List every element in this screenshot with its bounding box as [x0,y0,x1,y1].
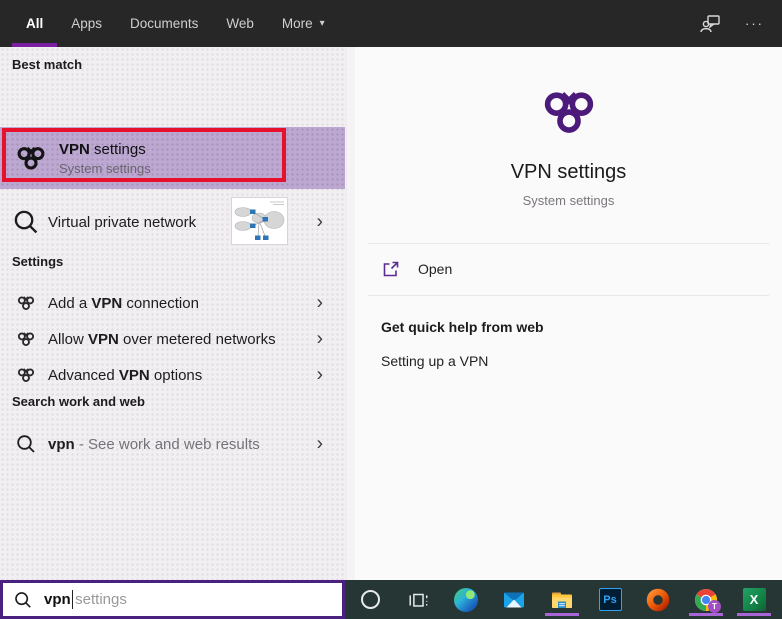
office-icon [646,588,670,611]
open-action[interactable]: Open [368,244,769,294]
search-icon [17,435,35,453]
quick-help-header: Get quick help from web [381,319,544,335]
vpn-icon [17,146,45,170]
text-cursor [71,590,74,609]
file-explorer-button[interactable] [545,583,579,616]
chrome-profile-badge: T [708,599,721,613]
edge-button[interactable] [454,583,478,616]
best-match-title: VPN settings [59,140,146,158]
excel-icon: X [742,588,766,611]
open-label: Open [418,261,453,277]
photoshop-button[interactable]: Ps [598,583,622,616]
search-input[interactable]: vpn settings [0,580,345,619]
task-view-button[interactable] [406,583,430,616]
best-match-subtitle: System settings [59,160,151,176]
best-match-header: Best match [12,57,83,72]
task-view-icon [409,593,428,607]
result-preview-panel: VPN settings System settings Open Get qu… [355,47,782,580]
divider [368,295,769,296]
more-options-icon[interactable]: ··· [745,16,764,31]
best-match-result-vpn-settings[interactable]: VPN settings System settings [0,127,345,189]
search-results-panel: Best match VPN settings System settings … [0,47,347,580]
chevron-right-icon[interactable]: › [317,213,323,232]
chrome-button[interactable]: T [689,583,723,616]
chevron-right-icon[interactable]: › [317,330,323,349]
vpn-icon [17,367,35,383]
tab-more[interactable]: More ▾ [268,0,339,47]
settings-item-advanced-vpn-options[interactable]: Advanced VPN options › [0,357,345,393]
search-suggestion-text: settings [75,591,127,608]
search-icon [15,591,32,608]
chevron-right-icon[interactable]: › [317,435,323,454]
excel-button[interactable]: X [737,583,771,616]
help-link-setting-up-vpn[interactable]: Setting up a VPN [381,353,488,369]
cortana-button[interactable] [358,583,382,616]
tab-all[interactable]: All [12,0,58,47]
vpn-icon [17,331,35,347]
settings-section-header: Settings [12,254,64,269]
search-suggestion-virtual-private-network[interactable]: Virtual private network › [0,195,345,249]
office-button[interactable] [646,583,670,616]
filter-tabs: All Apps Documents Web More ▾ [12,0,339,47]
cortana-icon [360,590,380,609]
vpn-diagram-thumbnail [231,197,288,245]
preview-subtitle: System settings [522,193,615,208]
tab-web[interactable]: Web [212,0,268,47]
start-search-panel: All Apps Documents Web More ▾ ··· Best m [0,0,782,619]
feedback-icon[interactable] [699,12,723,36]
photoshop-icon: Ps [598,588,622,611]
mail-button[interactable] [502,583,526,616]
web-search-item-vpn[interactable]: vpn - See work and web results › [0,425,345,463]
chevron-down-icon: ▾ [319,18,325,29]
chevron-right-icon[interactable]: › [317,366,323,385]
web-search-section-header: Search work and web [12,394,145,409]
preview-title: VPN settings [510,161,627,183]
settings-item-allow-vpn-metered[interactable]: Allow VPN over metered networks › [0,321,345,357]
settings-item-add-vpn-connection[interactable]: Add a VPN connection › [0,285,345,321]
vpn-icon [17,295,35,311]
file-explorer-icon [552,592,572,608]
open-icon [383,261,399,277]
search-filter-bar: All Apps Documents Web More ▾ ··· [0,0,782,47]
suggestion-label: Virtual private network [48,213,197,231]
search-typed-text: vpn [44,591,71,608]
mail-icon [504,592,524,607]
edge-icon [454,587,478,612]
tab-documents[interactable]: Documents [116,0,212,47]
chevron-right-icon[interactable]: › [317,294,323,313]
taskbar: Ps T X [345,580,782,619]
vpn-icon-large [540,85,598,139]
search-icon [14,210,38,234]
tab-apps[interactable]: Apps [57,0,116,47]
